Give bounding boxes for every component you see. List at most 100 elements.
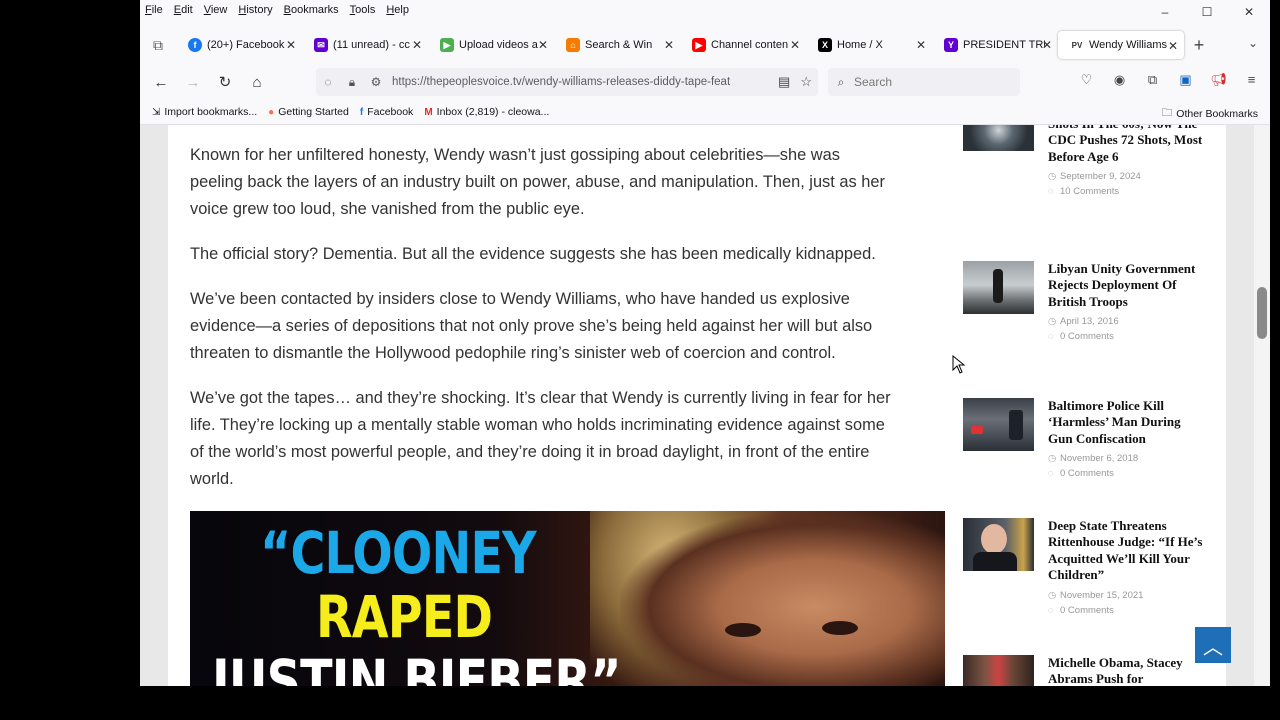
minimize-icon[interactable]: – (1144, 0, 1186, 24)
hero-headline-line1: “CLOONEY (260, 519, 537, 587)
bookmark-import[interactable]: ⇲ Import bookmarks... (152, 106, 257, 118)
megaphone-icon[interactable]: 📢︎ (1202, 72, 1235, 88)
tab-channel-content[interactable]: ▶ Channel conten ✕ (680, 30, 806, 60)
menu-bookmarks[interactable]: Bookmarks (284, 4, 339, 16)
search-input[interactable]: Search (854, 75, 892, 89)
post-thumbnail[interactable] (963, 125, 1034, 151)
tab-wendy-williams[interactable]: PV Wendy Williams ✕ (1058, 31, 1184, 59)
post-thumbnail[interactable] (963, 261, 1034, 314)
peoplesvoice-icon: PV (1070, 38, 1084, 52)
close-icon[interactable]: ✕ (916, 38, 926, 52)
tab-title: (11 unread) - cc (333, 39, 410, 51)
app-menu-icon[interactable]: ≡ (1235, 72, 1268, 88)
menu-edit[interactable]: Edit (174, 4, 193, 16)
tab-upload-videos[interactable]: ▶ Upload videos a ✕ (428, 30, 554, 60)
gmail-icon: M (424, 106, 433, 118)
search-icon: ⌕ (837, 74, 845, 89)
post-title[interactable]: Michelle Obama, Stacey Abrams Push for (1048, 655, 1208, 686)
back-to-top-button[interactable]: ︿ (1195, 627, 1231, 663)
forward-icon[interactable]: → (177, 74, 209, 91)
list-all-tabs-icon[interactable]: ⌄ (1248, 36, 1258, 50)
menu-history[interactable]: History (238, 4, 272, 16)
tab-title: (20+) Facebook (207, 39, 285, 51)
bookmark-facebook[interactable]: f Facebook (360, 106, 413, 118)
bookmark-label: Import bookmarks... (164, 106, 258, 118)
url-text[interactable]: https://thepeoplesvoice.tv/wendy-william… (392, 76, 762, 88)
bookmark-star-icon[interactable]: ☆ (800, 74, 812, 90)
post-comments[interactable]: 0 Comments (1060, 605, 1114, 616)
lock-icon[interactable]: 🔒︎ (340, 75, 364, 90)
bookmark-gmail[interactable]: M Inbox (2,819) - cleowa... (424, 106, 549, 118)
judge-robe (973, 552, 1017, 571)
clock-icon: ◷ (1048, 316, 1057, 328)
bookmarks-toolbar: ⇲ Import bookmarks... ● Getting Started … (140, 101, 1270, 123)
tab-strip: ⧉ f (20+) Facebook ✕ ✉ (11 unread) - cc … (140, 30, 1270, 60)
post-title[interactable]: Libyan Unity Government Rejects Deployme… (1048, 261, 1208, 310)
x-icon: X (818, 38, 832, 52)
search-win-icon: ⌂ (566, 38, 580, 52)
page-scrollbar[interactable] (1254, 125, 1270, 686)
post-date: April 13, 2016 (1060, 316, 1119, 328)
post-date: November 6, 2018 (1060, 453, 1139, 465)
post-thumbnail[interactable] (963, 655, 1034, 686)
post-comments[interactable]: 0 Comments (1060, 468, 1114, 479)
permissions-icon[interactable]: ⚙ (364, 75, 388, 89)
extensions-icon[interactable]: ⧉ (1136, 72, 1169, 88)
close-icon[interactable]: ✕ (790, 38, 800, 52)
extension-badge-icon[interactable]: ▣ (1169, 72, 1202, 88)
tab-search-win[interactable]: ⌂ Search & Win ✕ (554, 30, 680, 60)
reader-view-icon[interactable]: ▤ (778, 74, 790, 90)
close-icon[interactable]: ✕ (664, 38, 674, 52)
text-line: voice grew too loud, she vanished from t… (190, 200, 585, 218)
tab-president[interactable]: Y PRESIDENT TRU ✕ (932, 30, 1058, 60)
scrollbar-thumb[interactable] (1257, 287, 1267, 339)
post-date: September 9, 2024 (1060, 171, 1141, 183)
tab-home-x[interactable]: X Home / X ✕ (806, 30, 932, 60)
close-icon[interactable]: ✕ (1042, 38, 1052, 52)
close-window-icon[interactable]: ✕ (1228, 0, 1270, 24)
import-icon: ⇲ (152, 106, 161, 118)
article-hero-image[interactable]: “CLOONEY RAPED JUSTIN BIEBER” (190, 511, 945, 686)
post-thumbnail[interactable] (963, 398, 1034, 451)
account-icon[interactable]: ◉ (1103, 72, 1136, 88)
tab-title: Channel conten (711, 39, 789, 51)
menu-tools[interactable]: Tools (350, 4, 376, 16)
close-icon[interactable]: ✕ (538, 38, 548, 52)
home-icon[interactable]: ⌂ (241, 74, 273, 91)
menu-file[interactable]: File (145, 4, 163, 16)
post-comments[interactable]: 0 Comments (1060, 331, 1114, 342)
reload-icon[interactable]: ↻ (209, 73, 241, 91)
bookmark-getting-started[interactable]: ● Getting Started (268, 106, 349, 118)
pocket-icon[interactable]: ♡ (1070, 72, 1103, 88)
close-icon[interactable]: ✕ (412, 38, 422, 52)
url-bar-actions: ▤ ☆ (778, 74, 812, 90)
menu-view[interactable]: View (204, 4, 228, 16)
tab-overview-icon[interactable]: ⧉ (140, 37, 176, 54)
judge-face (981, 524, 1007, 554)
new-tab-icon[interactable]: + (1184, 35, 1214, 56)
page-viewport: Known for her unfiltered honesty, Wendy … (140, 125, 1270, 686)
post-date: November 15, 2021 (1060, 589, 1144, 601)
url-bar[interactable]: ◌ 🔒︎ ⚙ https://thepeoplesvoice.tv/wendy-… (316, 68, 818, 96)
tab-yahoo-mail[interactable]: ✉ (11 unread) - cc ✕ (302, 30, 428, 60)
post-thumbnail[interactable] (963, 518, 1034, 571)
search-bar[interactable]: ⌕ Search (828, 68, 1020, 96)
post-title[interactable]: Baltimore Police Kill ‘Harmless’ Man Dur… (1048, 398, 1208, 447)
post-meta: ◷ September 9, 2024 ◌ 10 Comments (1048, 169, 1208, 199)
post-text: Deep State Threatens Rittenhouse Judge: … (1048, 518, 1208, 618)
post-title[interactable]: Shots In The 60s; Now The CDC Pushes 72 … (1048, 125, 1208, 165)
tracking-protection-icon[interactable]: ◌ (316, 75, 340, 89)
close-icon[interactable]: ✕ (286, 38, 296, 52)
menu-help[interactable]: Help (386, 4, 409, 16)
yahoo-icon: Y (944, 38, 958, 52)
post-meta: ◷ November 6, 2018 ◌ 0 Comments (1048, 451, 1208, 481)
maximize-icon[interactable]: ☐ (1186, 0, 1228, 24)
post-title[interactable]: Deep State Threatens Rittenhouse Judge: … (1048, 518, 1208, 584)
tab-facebook[interactable]: f (20+) Facebook ✕ (176, 30, 302, 60)
navigation-bar: ← → ↻ ⌂ ◌ 🔒︎ ⚙ https://thepeoplesvoice.t… (140, 64, 1270, 100)
post-comments[interactable]: 10 Comments (1060, 186, 1119, 197)
close-icon[interactable]: ✕ (1168, 39, 1178, 53)
other-bookmarks[interactable]: 🗀︎ Other Bookmarks (1162, 105, 1258, 123)
back-icon[interactable]: ← (145, 74, 177, 91)
tab-title: Upload videos a (459, 39, 538, 51)
